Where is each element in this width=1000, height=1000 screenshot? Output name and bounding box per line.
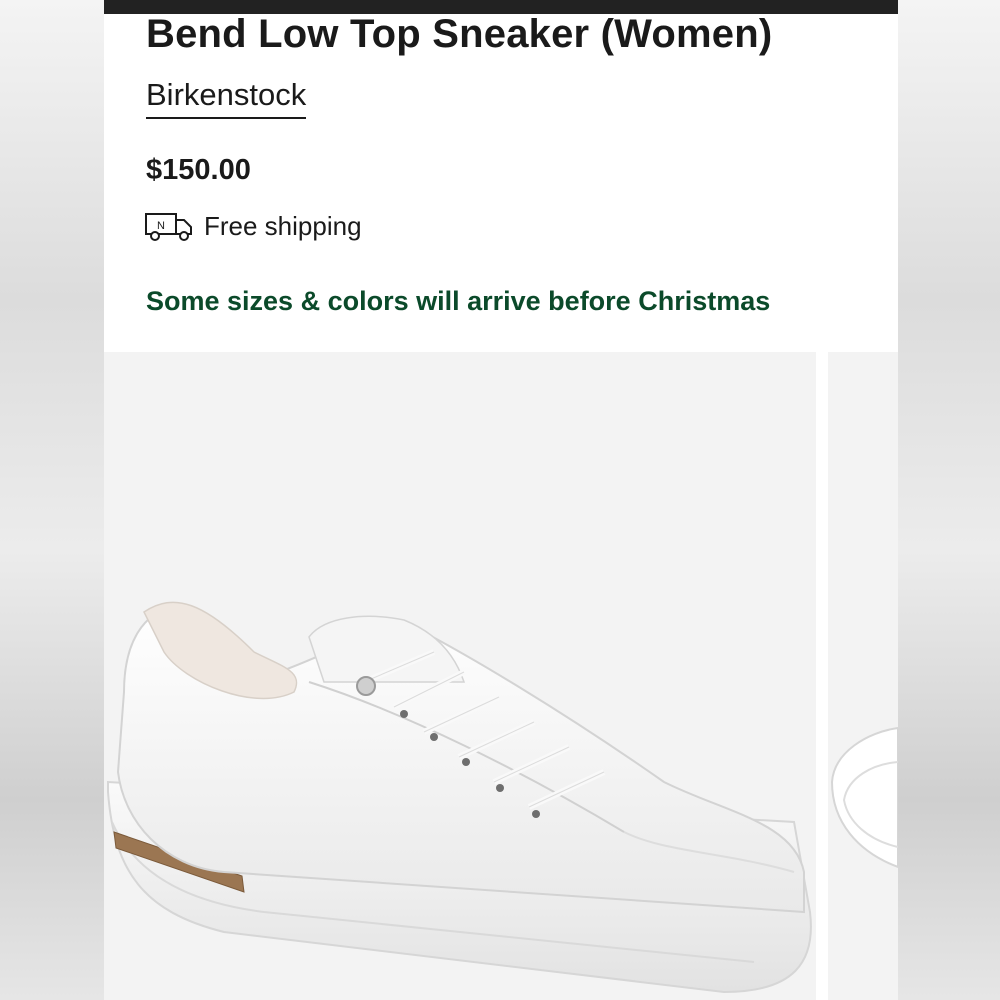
shipping-text: Free shipping (204, 210, 362, 241)
left-blurred-background (0, 0, 104, 1000)
delivery-truck-icon: N (144, 210, 194, 242)
product-title: Bend Low Top Sneaker (Women) (146, 12, 773, 56)
product-page: Bend Low Top Sneaker (Women) Birkenstock… (104, 0, 898, 1000)
product-image-main[interactable] (104, 352, 816, 1000)
white-leather-sneaker-image (107, 601, 812, 994)
brand-link[interactable]: Birkenstock (146, 76, 307, 119)
product-price: $150.00 (146, 154, 251, 186)
shipping-info: N Free shipping (144, 210, 362, 242)
gallery-divider (816, 352, 828, 1000)
product-image-next[interactable] (828, 352, 898, 1000)
truck-badge-letter: N (157, 220, 165, 232)
holiday-delivery-message: Some sizes & colors will arrive before C… (146, 286, 771, 316)
product-image-gallery[interactable] (104, 352, 898, 1000)
sneaker-image-next (830, 726, 898, 869)
right-blurred-background (898, 0, 1000, 1000)
